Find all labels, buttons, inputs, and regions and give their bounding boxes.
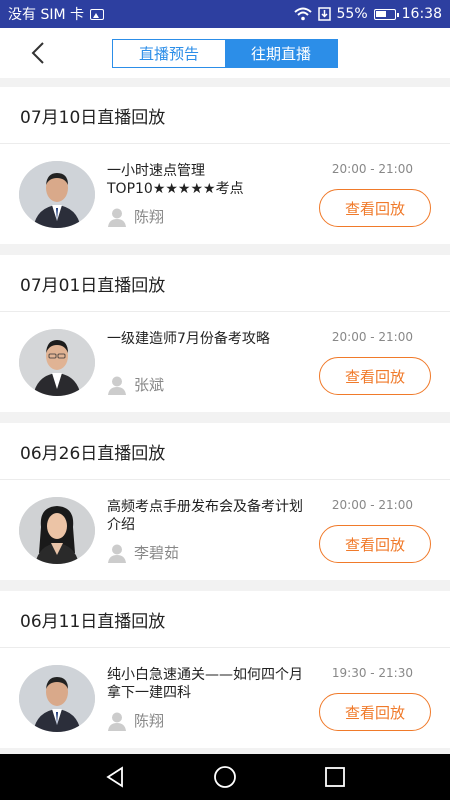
teacher-name: 李碧茹 [134, 544, 180, 562]
teacher-name: 陈翔 [134, 712, 165, 730]
replay-group: 06月26日直播回放 高频考点手册发布会及备考计划介绍 李碧茹 20:00 - … [0, 423, 450, 580]
chevron-left-icon [31, 42, 44, 64]
status-bar: 没有 SIM 卡 55% 16:38 [0, 0, 450, 28]
replay-title: 纯小白急速通关——如何四个月拿下一建四科 [107, 667, 303, 701]
nav-back-button[interactable] [100, 762, 130, 792]
replay-time: 19:30 - 21:30 [331, 666, 413, 680]
replay-group: 06月11日直播回放 纯小白急速通关——如何四个月拿下一建四科 陈翔 19:30… [0, 591, 450, 748]
replay-item: 高频考点手册发布会及备考计划介绍 李碧茹 20:00 - 21:00 查看回放 [0, 480, 450, 580]
view-replay-button[interactable]: 查看回放 [319, 357, 431, 395]
teacher-avatar [19, 329, 95, 396]
replay-list: 07月10日直播回放 一小时速点管理TOP10★★★★★考点 陈翔 20:00 … [0, 87, 450, 754]
battery-icon [373, 8, 399, 20]
image-notification-icon [90, 8, 104, 20]
system-nav-bar [0, 754, 450, 800]
top-bar: 直播预告 往期直播 [0, 28, 450, 78]
replay-time: 20:00 - 21:00 [331, 498, 413, 512]
teacher-name: 陈翔 [134, 208, 165, 226]
person-icon [108, 712, 126, 731]
battery-percent: 55% [336, 6, 368, 22]
replay-item: 纯小白急速通关——如何四个月拿下一建四科 陈翔 19:30 - 21:30 查看… [0, 648, 450, 748]
person-icon [108, 208, 126, 227]
view-replay-button[interactable]: 查看回放 [319, 693, 431, 731]
teacher-name: 张斌 [134, 376, 165, 394]
view-replay-button[interactable]: 查看回放 [319, 189, 431, 227]
teacher-avatar [19, 497, 95, 564]
replay-date-title: 07月10日直播回放 [0, 87, 450, 144]
replay-date-title: 06月26日直播回放 [0, 423, 450, 480]
replay-time: 20:00 - 21:00 [331, 162, 413, 176]
teacher-avatar [19, 665, 95, 732]
teacher-info: 张斌 [107, 374, 164, 395]
back-button[interactable] [24, 38, 54, 68]
wifi-icon [293, 7, 312, 21]
download-icon [317, 7, 331, 21]
carrier-text: 没有 SIM 卡 [8, 7, 84, 23]
view-replay-button[interactable]: 查看回放 [319, 525, 431, 563]
person-icon [108, 376, 126, 395]
replay-item: 一级建造师7月份备考攻略 张斌 20:00 - 21:00 查看回放 [0, 312, 450, 412]
nav-home-button[interactable] [210, 762, 240, 792]
tab-upcoming-live[interactable]: 直播预告 [113, 39, 225, 67]
replay-date-title: 07月01日直播回放 [0, 255, 450, 312]
replay-time: 20:00 - 21:00 [331, 330, 413, 344]
teacher-info: 李碧茹 [107, 542, 179, 563]
replay-item: 一小时速点管理TOP10★★★★★考点 陈翔 20:00 - 21:00 查看回… [0, 144, 450, 244]
replay-title: 高频考点手册发布会及备考计划介绍 [107, 499, 303, 533]
circle-home-icon [214, 766, 236, 788]
replay-title: 一小时速点管理TOP10★★★★★考点 [107, 163, 244, 197]
nav-recent-button[interactable] [320, 762, 350, 792]
tab-past-live[interactable]: 往期直播 [225, 39, 337, 67]
replay-group: 07月01日直播回放 一级建造师7月份备考攻略 张斌 20:00 - 21:00… [0, 255, 450, 412]
teacher-info: 陈翔 [107, 206, 164, 227]
triangle-back-icon [106, 766, 123, 788]
replay-date-title: 06月11日直播回放 [0, 591, 450, 648]
teacher-info: 陈翔 [107, 710, 164, 731]
replay-group: 07月10日直播回放 一小时速点管理TOP10★★★★★考点 陈翔 20:00 … [0, 87, 450, 244]
clock: 16:38 [401, 6, 442, 22]
person-icon [108, 544, 126, 563]
live-tabs: 直播预告 往期直播 [112, 38, 338, 68]
square-recent-icon [325, 767, 345, 787]
replay-title: 一级建造师7月份备考攻略 [107, 331, 270, 347]
teacher-avatar [19, 161, 95, 228]
